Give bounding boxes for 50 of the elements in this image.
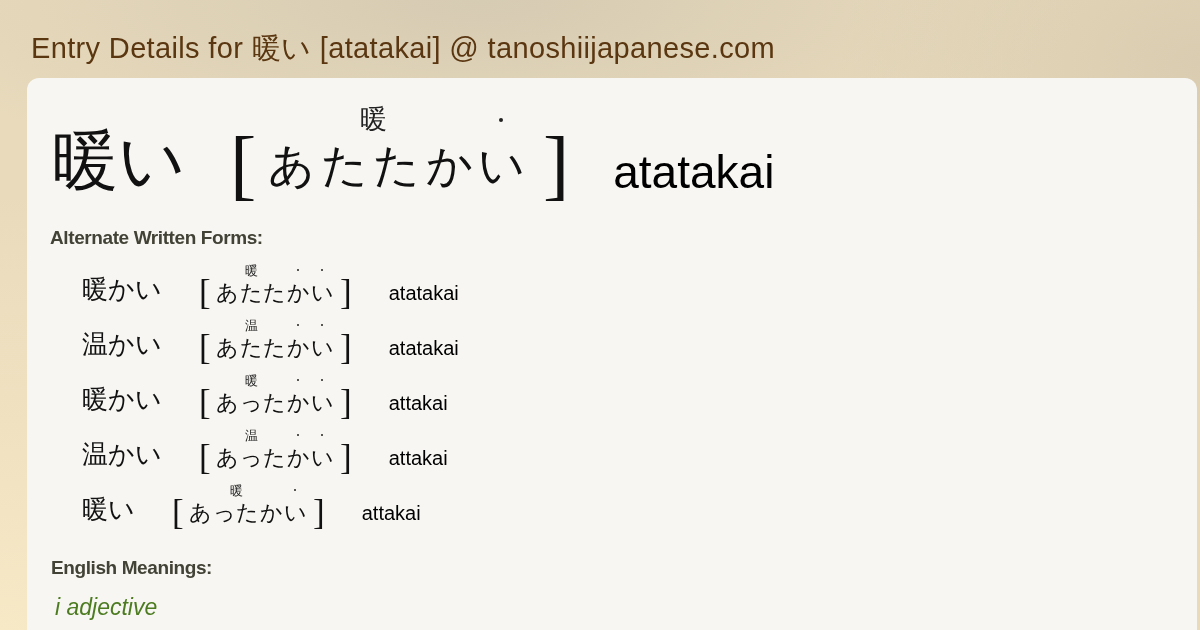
- written-form: 暖かい: [82, 276, 162, 302]
- bracket: [: [199, 275, 211, 310]
- written-form: 暖かい: [82, 386, 162, 412]
- reading-kana: い: [311, 446, 336, 470]
- section-heading: English Meanings:: [51, 557, 213, 579]
- bracket: ]: [542, 125, 570, 204]
- romaji: atatakai: [388, 283, 459, 303]
- romaji: attakai: [388, 448, 448, 468]
- part-of-speech: i adjective: [55, 594, 158, 620]
- reading-kana: あたた: [215, 281, 288, 305]
- written-form: 暖い: [82, 496, 135, 522]
- reading-kana: あたた: [215, 336, 288, 360]
- reading-kana: あたたか: [268, 140, 479, 190]
- romaji: attakai: [388, 393, 448, 413]
- bracket: [: [230, 125, 257, 204]
- written-form: 暖い: [52, 128, 186, 194]
- romaji: attakai: [361, 503, 421, 523]
- reading-kana: か: [287, 446, 312, 470]
- bracket: ]: [340, 385, 352, 420]
- bracket: [: [199, 385, 211, 420]
- furigana: 温: [244, 319, 258, 332]
- romaji: atatakai: [613, 149, 775, 195]
- reading-kana: い: [478, 140, 531, 190]
- reading-kana: か: [287, 281, 312, 305]
- furigana: 暖: [229, 484, 243, 497]
- written-form: 温かい: [82, 441, 162, 467]
- bracket: ]: [340, 275, 352, 310]
- furigana: 暖: [359, 105, 387, 132]
- reading-kana: い: [311, 336, 336, 360]
- furigana: 暖: [244, 374, 258, 387]
- reading-kana: あった: [215, 446, 288, 470]
- bracket: ]: [340, 330, 352, 365]
- reading-kana: い: [284, 501, 309, 525]
- page-title: Entry Details for 暖い [atatakai] @ tanoshiijapanese.com: [30, 31, 777, 66]
- bracket: ]: [313, 495, 325, 530]
- furigana: 温: [244, 429, 258, 442]
- romaji: atatakai: [388, 338, 459, 358]
- bracket: [: [199, 440, 211, 475]
- reading-kana: か: [287, 336, 312, 360]
- reading-kana: か: [287, 391, 312, 415]
- reading-kana: い: [311, 281, 336, 305]
- reading-kana: あったか: [188, 501, 285, 525]
- reading-kana: あった: [215, 391, 288, 415]
- written-form: 温かい: [82, 331, 162, 357]
- section-heading: Alternate Written Forms:: [50, 227, 263, 249]
- bracket: ]: [340, 440, 352, 475]
- reading-kana: い: [311, 391, 336, 415]
- bracket: [: [172, 495, 184, 530]
- furigana: 暖: [244, 264, 258, 277]
- bracket: [: [199, 330, 211, 365]
